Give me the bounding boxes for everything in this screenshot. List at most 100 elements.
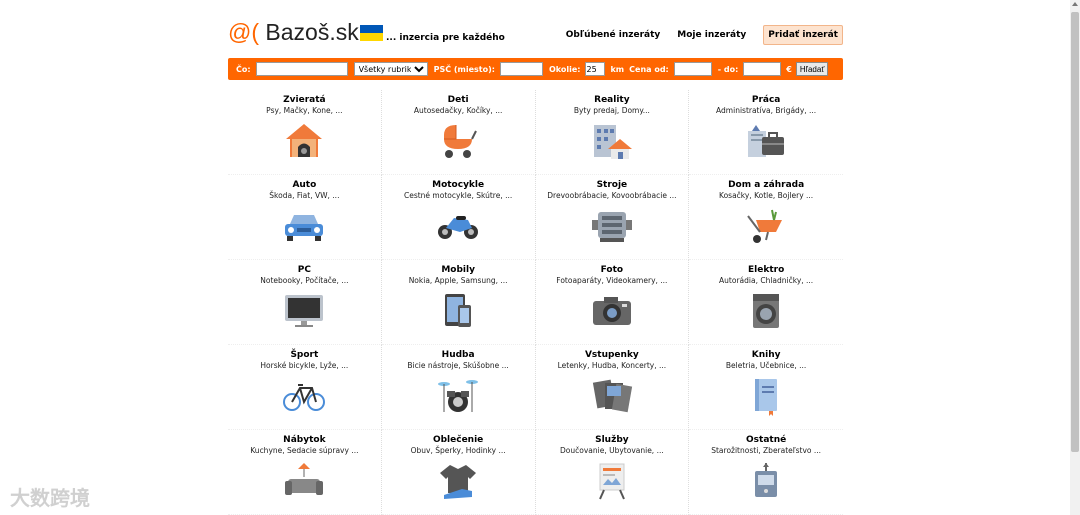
wheelbarrow-icon[interactable] [744, 206, 788, 246]
bicycle-icon[interactable] [282, 376, 326, 416]
category-subtitle: Cestné motocykle, Skútre, ... [403, 191, 513, 200]
category-subtitle: Byty predaj, Domy... [573, 106, 650, 115]
price-to-input[interactable] [743, 62, 782, 76]
category-subtitle: Autorádia, Chladničky, ... [719, 276, 814, 285]
category-title[interactable]: Šport [228, 350, 381, 360]
stroller-icon[interactable] [436, 121, 480, 161]
category-subtitle: Škoda, Fiat, VW, ... [269, 191, 340, 200]
category-title[interactable]: Nábytok [228, 435, 381, 445]
category-deti[interactable]: Deti Autosedačky, Kočíky, ... [381, 90, 536, 175]
category-zvierata[interactable]: Zvieratá Psy, Mačky, Kone, ... [228, 90, 382, 175]
price-from-input[interactable] [673, 62, 712, 76]
logo-text: Bazoš.sk [265, 19, 359, 45]
site-logo[interactable]: @( Bazoš.sk [228, 19, 359, 46]
machine-icon[interactable] [590, 206, 634, 246]
category-title[interactable]: Služby [536, 435, 689, 445]
radius-input[interactable] [585, 62, 606, 76]
category-sport[interactable]: Šport Horské bicykle, Lyže, ... [228, 345, 382, 430]
category-subtitle: Nokia, Apple, Samsung, ... [408, 276, 508, 285]
postcode-input[interactable] [499, 62, 543, 76]
radius-label: Okolie: [548, 64, 581, 74]
category-subtitle: Horské bicykle, Lyže, ... [260, 361, 349, 370]
building-icon[interactable] [590, 121, 634, 161]
category-title[interactable]: Stroje [536, 180, 689, 190]
category-subtitle: Kuchyne, Sedacie súpravy ... [250, 446, 359, 455]
category-nabytok[interactable]: Nábytok Kuchyne, Sedacie súpravy ... [228, 430, 382, 515]
category-ostatne[interactable]: Ostatné Starožitnosti, Zberateľstvo ... [689, 430, 843, 515]
category-subtitle: Kosačky, Kotle, Bojlery ... [719, 191, 814, 200]
easel-icon[interactable] [590, 461, 634, 501]
category-title[interactable]: Elektro [689, 265, 843, 275]
top-nav: Obľúbené inzeráty Moje inzeráty Pridať i… [566, 25, 843, 45]
category-title[interactable]: Motocykle [382, 180, 535, 190]
category-title[interactable]: Hudba [382, 350, 535, 360]
category-elektro[interactable]: Elektro Autorádia, Chladničky, ... [689, 260, 843, 345]
category-pc[interactable]: PC Notebooky, Počítače, ... [228, 260, 382, 345]
phone-icon[interactable] [436, 291, 480, 331]
category-auto[interactable]: Auto Škoda, Fiat, VW, ... [228, 175, 382, 260]
category-mobily[interactable]: Mobily Nokia, Apple, Samsung, ... [381, 260, 536, 345]
category-reality[interactable]: Reality Byty predaj, Domy... [535, 90, 690, 175]
category-knihy[interactable]: Knihy Beletria, Učebnice, ... [689, 345, 843, 430]
price-from-label: Cena od: [629, 64, 669, 74]
drums-icon[interactable] [436, 376, 480, 416]
category-title[interactable]: Dom a záhrada [689, 180, 843, 190]
tshirt-icon[interactable] [436, 461, 480, 501]
category-dom-a-zahrada[interactable]: Dom a záhrada Kosačky, Kotle, Bojlery ..… [689, 175, 843, 260]
scrollbar-thumb[interactable] [1071, 12, 1079, 452]
km-label: km [610, 64, 625, 74]
category-title[interactable]: Reality [536, 95, 689, 105]
sofa-icon[interactable] [282, 461, 326, 501]
currency-label: € [786, 64, 792, 74]
misc-box-icon[interactable] [744, 461, 788, 501]
category-subtitle: Notebooky, Počítače, ... [260, 276, 349, 285]
washing-machine-icon[interactable] [744, 291, 788, 331]
my-ads-link[interactable]: Moje inzeráty [677, 30, 746, 40]
category-motocykle[interactable]: Motocykle Cestné motocykle, Skútre, ... [381, 175, 536, 260]
category-title[interactable]: Knihy [689, 350, 843, 360]
category-title[interactable]: Ostatné [689, 435, 843, 445]
add-ad-button[interactable]: Pridať inzerát [763, 25, 843, 45]
category-title[interactable]: Auto [228, 180, 381, 190]
category-sluzby[interactable]: Služby Doučovanie, Ubytovanie, ... [535, 430, 690, 515]
category-title[interactable]: Oblečenie [382, 435, 535, 445]
category-vstupenky[interactable]: Vstupenky Letenky, Hudba, Koncerty, ... [535, 345, 690, 430]
category-praca[interactable]: Práca Administratíva, Brigády, ... [689, 90, 843, 175]
search-button[interactable]: Hľadať [795, 62, 829, 76]
category-title[interactable]: Zvieratá [228, 95, 381, 105]
category-foto[interactable]: Foto Fotoaparáty, Videokamery, ... [535, 260, 690, 345]
category-title[interactable]: Foto [536, 265, 689, 275]
monitor-icon[interactable] [282, 291, 326, 331]
category-title[interactable]: Deti [382, 95, 535, 105]
category-title[interactable]: Vstupenky [536, 350, 689, 360]
car-icon[interactable] [282, 206, 326, 246]
logo-at-sign: @( [228, 19, 260, 45]
rubric-select[interactable]: Všetky rubriky [353, 62, 428, 76]
scroll-up-arrow-icon[interactable] [1072, 2, 1078, 6]
category-subtitle: Beletria, Učebnice, ... [725, 361, 807, 370]
category-stroje[interactable]: Stroje Drevoobrábacie, Kovoobrábacie ... [535, 175, 690, 260]
category-title[interactable]: PC [228, 265, 381, 275]
price-to-label: - do: [717, 64, 739, 74]
doghouse-icon[interactable] [282, 121, 326, 161]
category-subtitle: Administratíva, Brigády, ... [716, 106, 817, 115]
category-subtitle: Psy, Mačky, Kone, ... [266, 106, 343, 115]
category-subtitle: Obuv, Šperky, Hodinky ... [410, 446, 506, 455]
category-title[interactable]: Práca [689, 95, 843, 105]
category-subtitle: Letenky, Hudba, Koncerty, ... [557, 361, 667, 370]
briefcase-icon[interactable] [744, 121, 788, 161]
category-title[interactable]: Mobily [382, 265, 535, 275]
camera-icon[interactable] [590, 291, 634, 331]
search-bar: Čo: Všetky rubriky PSČ (miesto): Okolie:… [228, 58, 843, 80]
page-scrollbar[interactable] [1070, 0, 1080, 515]
motorcycle-icon[interactable] [436, 206, 480, 246]
category-subtitle: Autosedačky, Kočíky, ... [413, 106, 503, 115]
tickets-icon[interactable] [590, 376, 634, 416]
category-subtitle: Doučovanie, Ubytovanie, ... [560, 446, 664, 455]
what-label: Čo: [236, 64, 251, 74]
category-oblecenie[interactable]: Oblečenie Obuv, Šperky, Hodinky ... [381, 430, 536, 515]
favorites-link[interactable]: Obľúbené inzeráty [566, 30, 661, 40]
book-icon[interactable] [744, 376, 788, 416]
category-hudba[interactable]: Hudba Bicie nástroje, Skúšobne ... [381, 345, 536, 430]
what-input[interactable] [255, 62, 348, 76]
